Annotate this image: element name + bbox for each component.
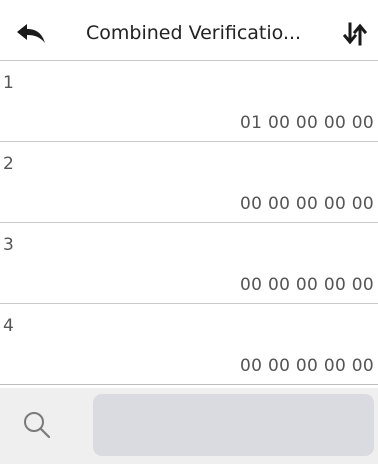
list-item[interactable]: 4 00 00 00 00 00: [0, 303, 378, 385]
search-bar: [0, 388, 378, 464]
list-item-value: 01 00 00 00 00: [240, 113, 374, 133]
list-item-value: 00 00 00 00 00: [240, 356, 374, 376]
list-item-index: 3: [3, 235, 14, 255]
search-input[interactable]: [93, 394, 374, 456]
sort-button[interactable]: [338, 18, 372, 50]
list-item[interactable]: 2 00 00 00 00 00: [0, 141, 378, 222]
list-item-index: 2: [3, 154, 14, 174]
list-item-index: 4: [3, 316, 14, 336]
back-button[interactable]: [14, 20, 48, 48]
list-item[interactable]: 1 01 00 00 00 00: [0, 60, 378, 141]
sort-icon: [343, 22, 367, 46]
record-list: 1 01 00 00 00 00 2 00 00 00 00 00 3 00 0…: [0, 60, 378, 385]
list-item[interactable]: 3 00 00 00 00 00: [0, 222, 378, 303]
search-icon: [24, 412, 51, 439]
search-button[interactable]: [20, 408, 54, 442]
list-item-value: 00 00 00 00 00: [240, 194, 374, 214]
header-bar: Combined Verificatio...: [0, 0, 378, 60]
list-item-value: 00 00 00 00 00: [240, 275, 374, 295]
page-title: Combined Verificatio...: [86, 22, 302, 44]
list-item-index: 1: [3, 73, 14, 93]
back-arrow-icon: [17, 24, 45, 43]
